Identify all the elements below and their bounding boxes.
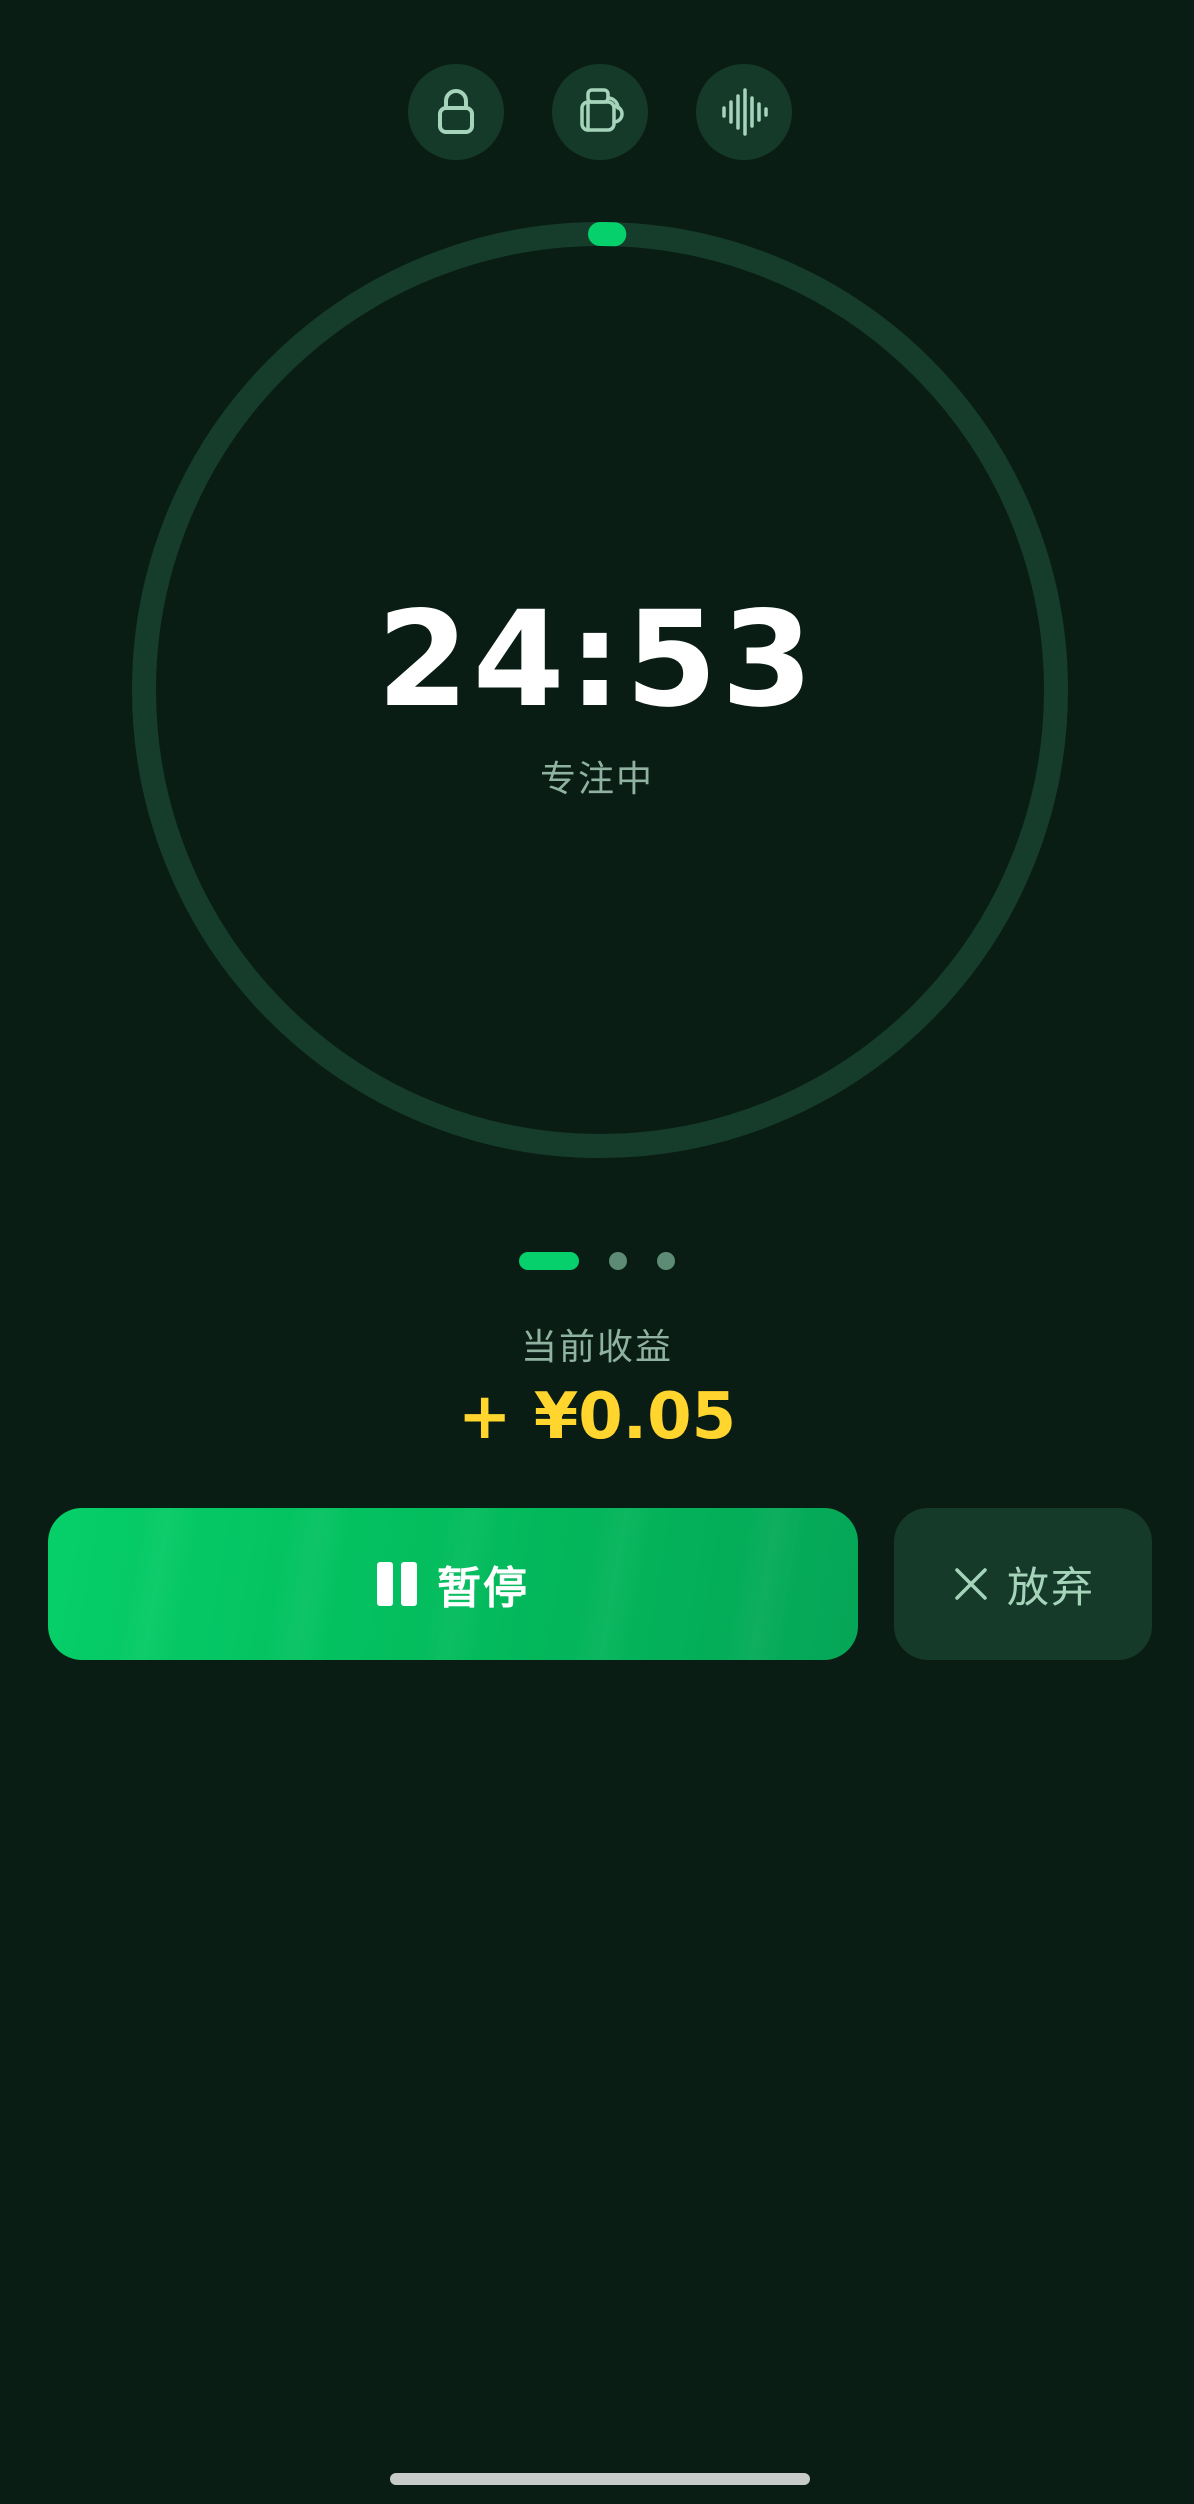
cup-icon [580, 88, 624, 132]
quit-button[interactable]: 放弃 [894, 1508, 1152, 1660]
white-noise-button[interactable] [696, 64, 792, 160]
page-dot[interactable] [609, 1252, 627, 1270]
lock-button[interactable] [408, 64, 504, 160]
earnings-label: 当前收益 [520, 1327, 673, 1368]
home-indicator[interactable] [390, 2473, 810, 2485]
page-dot[interactable] [519, 1252, 579, 1270]
earnings-value: + ¥0.05 [457, 1380, 737, 1454]
pause-icon [377, 1562, 417, 1606]
pause-button-label: 暂停 [437, 1563, 529, 1614]
pause-button[interactable]: 暂停 [48, 1508, 858, 1660]
timer-status: 专注中 [539, 759, 654, 800]
lock-icon [438, 89, 474, 134]
timer-display: 24:53 [376, 583, 818, 737]
page-dot[interactable] [657, 1252, 675, 1270]
close-icon [955, 1568, 987, 1600]
cup-button[interactable] [552, 64, 648, 160]
sound-wave-icon [722, 88, 768, 136]
quit-button-label: 放弃 [1006, 1562, 1095, 1612]
page-indicator [0, 1252, 1194, 1270]
